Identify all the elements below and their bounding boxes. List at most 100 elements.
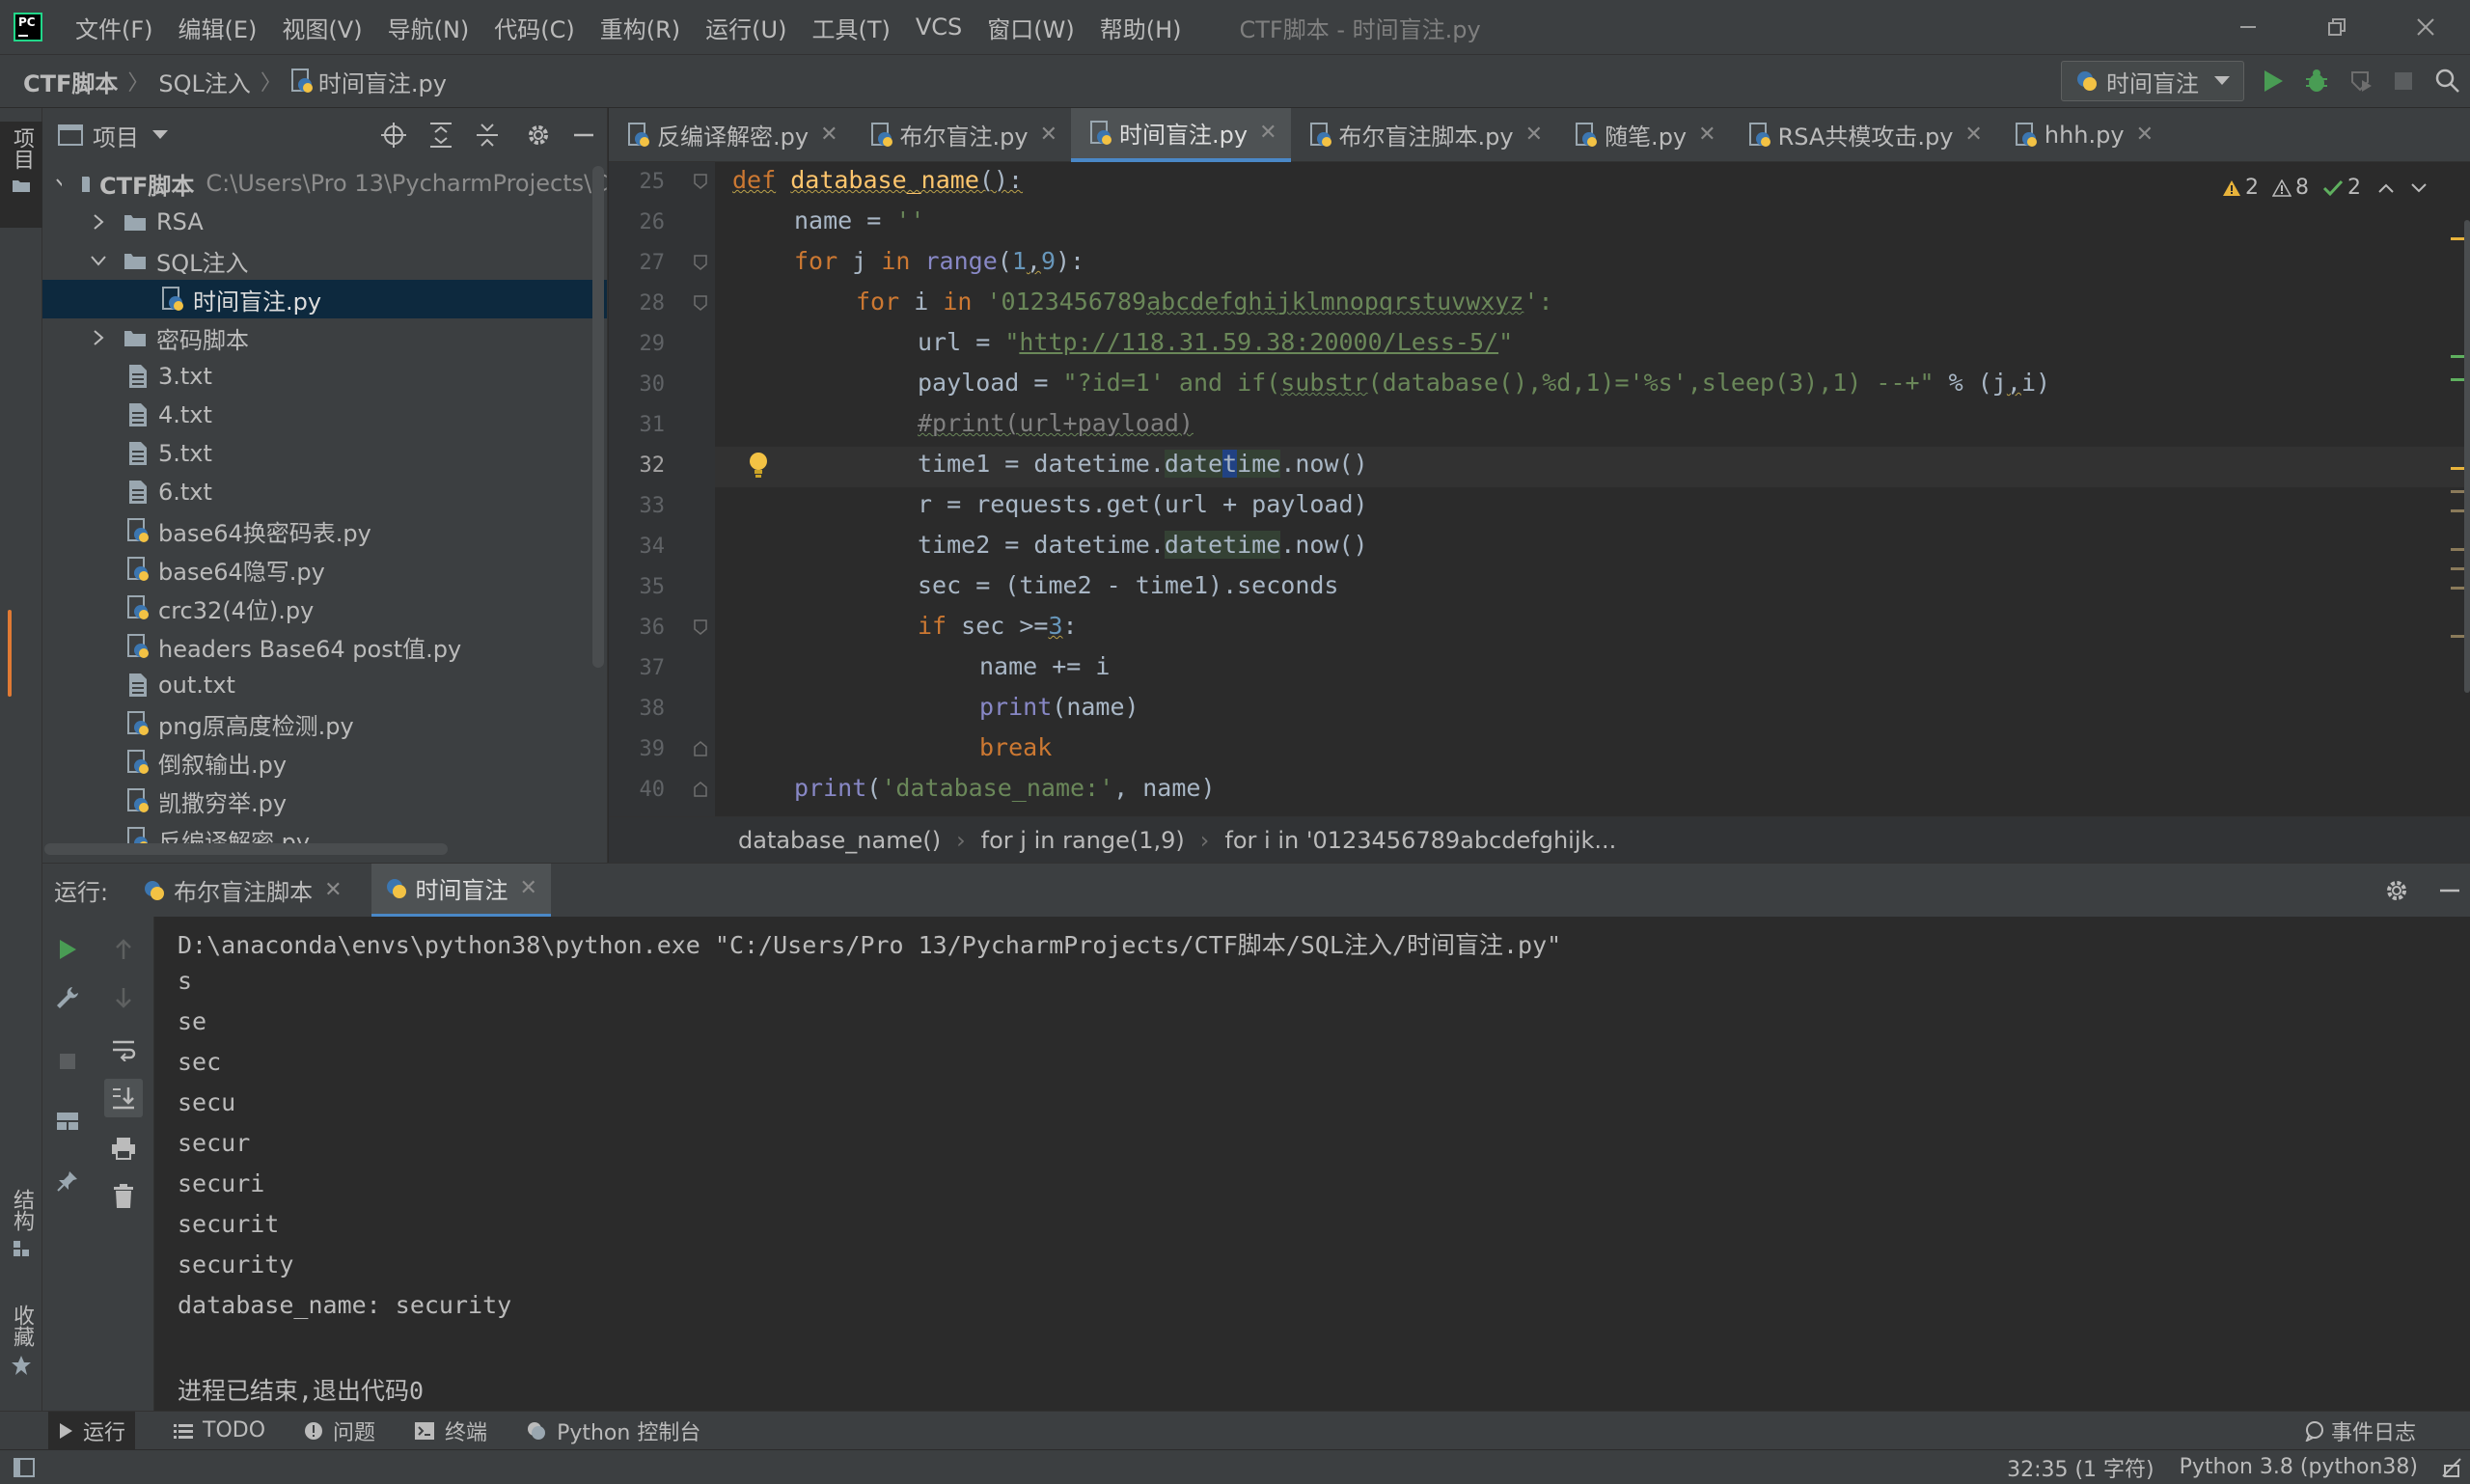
- menu-view[interactable]: 视图(V): [282, 11, 362, 44]
- tab-close-icon[interactable]: ✕: [520, 876, 537, 900]
- tab-close-icon[interactable]: ✕: [1525, 123, 1543, 147]
- tree-file[interactable]: 凯撒穷举.py: [42, 782, 607, 820]
- minimize-button[interactable]: [2204, 0, 2292, 54]
- breadcrumb-file[interactable]: 时间盲注.py: [318, 65, 447, 98]
- tab-close-icon[interactable]: ✕: [2136, 123, 2154, 147]
- fold-marker-icon[interactable]: [694, 782, 707, 797]
- tree-root[interactable]: CTF脚本 C:\Users\Pro 13\PycharmProjects\C: [42, 164, 607, 203]
- tool-python-console[interactable]: Python 控制台: [526, 1415, 700, 1446]
- project-tool-window-button[interactable]: 项目: [0, 122, 42, 228]
- clear-all-button[interactable]: [104, 1177, 143, 1216]
- close-window-button[interactable]: [2381, 0, 2470, 54]
- fold-marker-icon[interactable]: [694, 619, 707, 635]
- debug-button[interactable]: [2304, 69, 2329, 94]
- tab-close-icon[interactable]: ✕: [1259, 121, 1276, 145]
- menu-vcs[interactable]: VCS: [916, 14, 962, 41]
- project-horizontal-scrollbar[interactable]: [44, 843, 448, 855]
- tree-folder-rsa[interactable]: RSA: [42, 203, 607, 241]
- run-config-selector[interactable]: 时间盲注: [2061, 61, 2244, 101]
- layout-button[interactable]: [48, 1102, 87, 1140]
- tree-file[interactable]: base64隐写.py: [42, 550, 607, 589]
- pin-tab-button[interactable]: [48, 1162, 87, 1200]
- tree-file[interactable]: base64换密码表.py: [42, 511, 607, 550]
- panel-toggle-icon[interactable]: [14, 1457, 35, 1477]
- code-editor[interactable]: 25 26 27 28 29 30 31 32 33 34 35 36 37 3…: [609, 162, 2470, 816]
- tree-file[interactable]: 6.txt: [42, 473, 607, 511]
- project-view-title[interactable]: 项目: [93, 119, 139, 152]
- chevron-up-icon[interactable]: [2378, 183, 2394, 193]
- print-button[interactable]: [104, 1129, 143, 1168]
- crumb-outer-loop[interactable]: for j in range(1,9): [981, 827, 1185, 854]
- run-tab-time-blind[interactable]: 时间盲注 ✕: [370, 863, 551, 918]
- menu-help[interactable]: 帮助(H): [1100, 11, 1182, 44]
- menu-window[interactable]: 窗口(W): [987, 11, 1074, 44]
- tool-run[interactable]: 运行: [48, 1411, 136, 1450]
- gear-icon[interactable]: [525, 122, 552, 149]
- scroll-to-end-button[interactable]: [103, 1079, 143, 1117]
- breadcrumb-folder[interactable]: SQL注入: [158, 65, 251, 98]
- python-interpreter[interactable]: Python 3.8 (python38): [2180, 1455, 2418, 1479]
- rerun-button[interactable]: [48, 930, 87, 969]
- tree-file[interactable]: headers Base64 post值.py: [42, 627, 607, 666]
- chevron-down-icon[interactable]: [2411, 182, 2427, 193]
- tree-file[interactable]: crc32(4位).py: [42, 589, 607, 627]
- inspection-widget[interactable]: 2 8 2: [2222, 176, 2427, 200]
- tab-close-icon[interactable]: ✕: [1698, 123, 1715, 147]
- edit-config-button[interactable]: [48, 978, 87, 1017]
- tree-file[interactable]: 4.txt: [42, 396, 607, 434]
- tool-event-log[interactable]: 事件日志: [2304, 1415, 2416, 1446]
- tree-folder-crypto[interactable]: 密码脚本: [42, 318, 607, 357]
- tool-terminal[interactable]: 终端: [414, 1415, 487, 1446]
- project-vertical-scrollbar[interactable]: [592, 166, 604, 668]
- fold-marker-icon[interactable]: [694, 741, 707, 756]
- tab-rsa-common-modulus[interactable]: RSA共模攻击.py ✕: [1730, 108, 1996, 162]
- stop-button[interactable]: [2393, 70, 2414, 92]
- tree-file-selected[interactable]: 时间盲注.py: [42, 280, 607, 318]
- gear-icon[interactable]: [2383, 877, 2410, 904]
- menu-edit[interactable]: 编辑(E): [178, 11, 258, 44]
- search-everywhere-button[interactable]: [2435, 69, 2460, 94]
- coverage-button[interactable]: [2348, 69, 2374, 94]
- breadcrumb-project[interactable]: CTF脚本: [23, 65, 118, 98]
- minimize-panel-icon[interactable]: [573, 124, 594, 146]
- scroll-down-button[interactable]: [104, 978, 143, 1017]
- tree-file[interactable]: 倒叙输出.py: [42, 743, 607, 782]
- menu-run[interactable]: 运行(U): [705, 11, 786, 44]
- intention-bulb-icon[interactable]: [748, 452, 769, 481]
- tree-file[interactable]: png原高度检测.py: [42, 704, 607, 743]
- tab-close-icon[interactable]: ✕: [820, 123, 837, 147]
- crumb-inner-loop[interactable]: for i in '0123456789abcdefghijk...: [1224, 827, 1616, 854]
- run-tab-boolean-script[interactable]: 布尔盲注脚本 ✕: [129, 864, 355, 918]
- tab-hhh[interactable]: hhh.py ✕: [1996, 108, 2167, 162]
- menu-file[interactable]: 文件(F): [75, 11, 153, 44]
- tab-close-icon[interactable]: ✕: [1040, 123, 1057, 147]
- tab-close-icon[interactable]: ✕: [1964, 123, 1982, 147]
- editor-scrollbar-thumb[interactable]: [2464, 220, 2470, 693]
- crumb-function[interactable]: database_name(): [738, 827, 941, 854]
- tab-time-blind[interactable]: 时间盲注.py ✕: [1071, 107, 1291, 162]
- expand-all-icon[interactable]: [428, 122, 453, 149]
- stop-button[interactable]: [48, 1042, 87, 1081]
- tree-file[interactable]: out.txt: [42, 666, 607, 704]
- error-stripe[interactable]: [2449, 162, 2470, 816]
- tool-todo[interactable]: TODO: [174, 1418, 265, 1443]
- restore-button[interactable]: [2292, 0, 2381, 54]
- run-console[interactable]: D:\anaconda\envs\python38\python.exe "C:…: [154, 917, 2470, 1426]
- read-only-lock-icon[interactable]: [2441, 1457, 2462, 1478]
- fold-marker-icon[interactable]: [694, 255, 707, 270]
- tab-close-icon[interactable]: ✕: [324, 878, 342, 902]
- favorites-tool-window-button[interactable]: 收藏: [0, 1305, 42, 1411]
- tab-decompile-decrypt[interactable]: 反编译解密.py ✕: [609, 108, 852, 162]
- menu-refactor[interactable]: 重构(R): [600, 11, 680, 44]
- chevron-down-icon[interactable]: [152, 130, 168, 140]
- tab-boolean-blind-script[interactable]: 布尔盲注脚本.py ✕: [1291, 108, 1557, 162]
- minimize-panel-icon[interactable]: [2439, 880, 2460, 901]
- caret-position[interactable]: 32:35 (1 字符): [2007, 1452, 2154, 1483]
- menu-navigate[interactable]: 导航(N): [388, 11, 470, 44]
- collapse-all-icon[interactable]: [475, 122, 500, 149]
- tab-boolean-blind[interactable]: 布尔盲注.py ✕: [852, 108, 1072, 162]
- scroll-up-button[interactable]: [104, 930, 143, 969]
- fold-marker-icon[interactable]: [694, 295, 707, 311]
- locate-file-icon[interactable]: [380, 122, 407, 149]
- menu-code[interactable]: 代码(C): [494, 11, 574, 44]
